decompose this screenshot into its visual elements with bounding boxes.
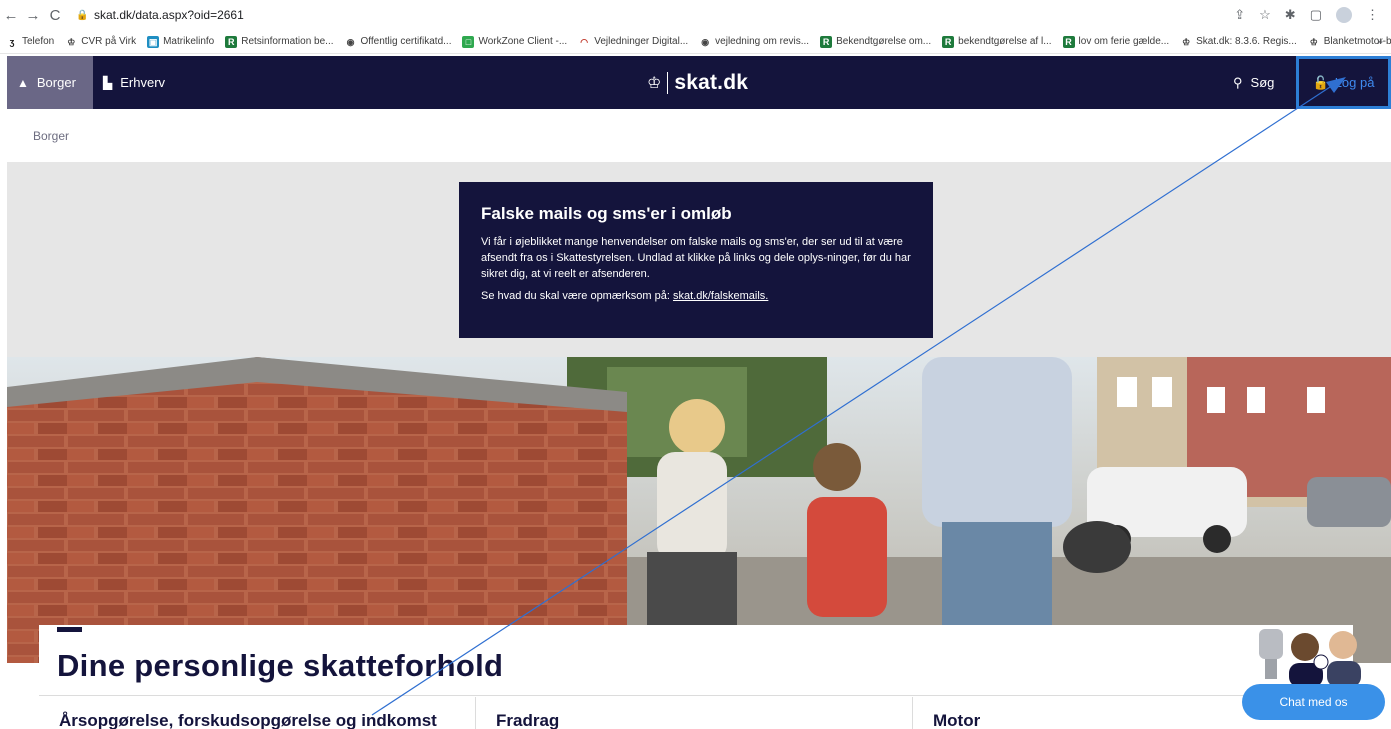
- reload-icon[interactable]: C: [44, 7, 66, 24]
- divider: [39, 695, 1353, 696]
- chat-agents-illustration: [1259, 629, 1361, 687]
- address-bar[interactable]: 🔒 skat.dk/data.aspx?oid=2661: [76, 4, 1234, 26]
- topic-link-fradrag[interactable]: Fradrag: [476, 697, 913, 729]
- forward-icon[interactable]: →: [22, 7, 44, 24]
- search-icon: ⚲: [1233, 74, 1243, 90]
- logo-separator: [667, 71, 669, 94]
- site-logo[interactable]: ♔ skat.dk: [647, 56, 748, 109]
- lock-icon: 🔓: [1312, 74, 1329, 90]
- bookmark-item[interactable]: R Bekendtgørelse om...: [820, 35, 931, 48]
- bookmarks-bar: ʒ Telefon ♔ CVR på Virk ▣ Matrikelinfo R Ret…: [0, 30, 1391, 54]
- search-button[interactable]: ⚲ Søg: [1233, 56, 1274, 109]
- retsinfo-icon: R: [942, 35, 955, 48]
- page-title: Dine personlige skatteforhold: [57, 648, 504, 683]
- menu-icon[interactable]: ⋮: [1366, 7, 1379, 23]
- bookmark-item[interactable]: ♔ CVR på Virk: [65, 36, 136, 48]
- bookmark-item[interactable]: R Retsinformation be...: [225, 35, 334, 48]
- tab-borger[interactable]: ▲ Borger: [7, 56, 93, 109]
- bookmark-item[interactable]: Rlov om ferie gælde...: [1062, 35, 1169, 48]
- map-icon: ▣: [147, 35, 160, 48]
- login-button[interactable]: 🔓 Log på: [1296, 56, 1391, 109]
- bookmark-item[interactable]: ▣ Matrikelinfo: [147, 35, 214, 48]
- bookmark-item[interactable]: ◉ Offentlig certifikatd...: [345, 36, 452, 48]
- breadcrumb[interactable]: Borger: [33, 129, 69, 143]
- extensions-icon[interactable]: ✱: [1285, 7, 1296, 23]
- crown-icon: ♔: [67, 36, 76, 47]
- url-text[interactable]: skat.dk/data.aspx?oid=2661: [94, 8, 244, 22]
- crown-icon: ♔: [1309, 36, 1318, 47]
- notice-body: Vi får i øjeblikket mange henvendelser o…: [481, 236, 911, 280]
- phone-icon: ʒ: [9, 36, 15, 47]
- notice-box: Falske mails og sms'er i omløb Vi får i …: [459, 182, 933, 338]
- arc-icon: ◠: [580, 36, 589, 47]
- topic-link-arsopgorelse[interactable]: Årsopgørelse, forskudsopgørelse og indko…: [39, 697, 476, 729]
- globe-icon: ◉: [701, 36, 710, 47]
- personal-tax-card: Dine personlige skatteforhold Årsopgørel…: [39, 625, 1353, 729]
- falskemails-link[interactable]: skat.dk/falskemails.: [673, 290, 768, 302]
- hero-illustration: [7, 357, 1391, 663]
- star-icon[interactable]: ☆: [1259, 7, 1271, 23]
- crown-icon: ♔: [1182, 36, 1191, 47]
- site-header: ▲ Borger ▙ Erhverv ♔ skat.dk ⚲ Søg 🔓 Log…: [7, 56, 1391, 109]
- globe-icon: ◉: [346, 36, 355, 47]
- browser-actions: ⇪ ☆ ✱ ▢ ⋮: [1234, 7, 1379, 23]
- browser-toolbar: ← → C 🔒 skat.dk/data.aspx?oid=2661 ⇪ ☆ ✱…: [0, 0, 1391, 30]
- retsinfo-icon: R: [225, 35, 238, 48]
- bookmark-item[interactable]: ◠ Vejledninger Digital...: [578, 36, 688, 48]
- workzone-icon: □: [462, 35, 475, 48]
- notice-title: Falske mails og sms'er i omløb: [481, 204, 732, 223]
- person-icon: ▲: [17, 75, 29, 90]
- retsinfo-icon: R: [820, 35, 833, 48]
- bookmark-item[interactable]: ♔ Skat.dk: 8.3.6. Regis...: [1180, 36, 1297, 48]
- lock-icon: 🔒: [76, 10, 89, 21]
- tab-erhverv[interactable]: ▙ Erhverv: [93, 56, 165, 109]
- chat-button[interactable]: Chat med os: [1242, 684, 1385, 720]
- bookmarks-overflow[interactable]: »: [1377, 36, 1383, 48]
- title-accent-bar: [57, 627, 82, 632]
- share-icon[interactable]: ⇪: [1234, 7, 1245, 23]
- retsinfo-icon: R: [1062, 35, 1075, 48]
- hero-image: [7, 357, 1391, 663]
- crown-icon: ♔: [647, 74, 662, 92]
- back-icon[interactable]: ←: [0, 7, 22, 24]
- notice-link-line: Se hvad du skal være opmærksom på: skat.…: [481, 290, 769, 302]
- bookmark-item[interactable]: ◉ vejledning om revis...: [699, 36, 809, 48]
- sidebar-icon[interactable]: ▢: [1310, 7, 1322, 23]
- chat-avatars[interactable]: [1255, 625, 1365, 687]
- profile-avatar[interactable]: [1336, 7, 1352, 23]
- factory-icon: ▙: [103, 75, 113, 90]
- bookmark-item[interactable]: □ WorkZone Client -...: [462, 35, 567, 48]
- bookmark-item[interactable]: Rbekendtgørelse af l...: [942, 35, 1052, 48]
- bookmark-item[interactable]: ʒ Telefon: [6, 36, 55, 48]
